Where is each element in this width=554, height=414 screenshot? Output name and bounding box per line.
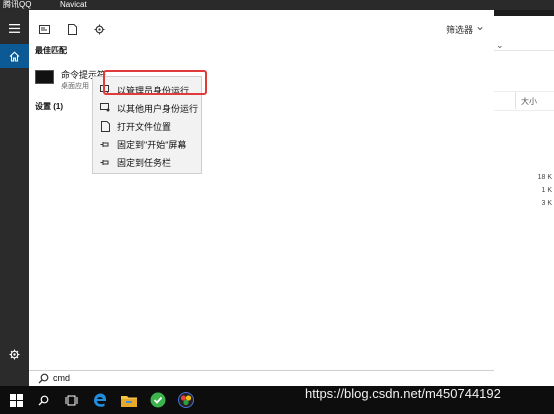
file-size-value: 3 K <box>541 200 552 207</box>
menu-item-pin-to-taskbar[interactable]: 固定到任务栏 <box>93 153 201 171</box>
browser-green-icon[interactable] <box>149 391 167 409</box>
filter-dropdown[interactable]: 筛选器 <box>446 23 473 36</box>
search-box[interactable]: cmd <box>29 370 494 386</box>
document-icon[interactable] <box>66 23 78 35</box>
settings-heading[interactable]: 设置 (1) <box>35 101 63 112</box>
other-user-run-icon <box>99 102 111 114</box>
colorful-app-icon[interactable] <box>177 391 195 409</box>
menu-item-open-file-location[interactable]: 打开文件位置 <box>93 117 201 135</box>
background-explorer-window: ⌄ 大小 18 K 1 K 3 K <box>489 16 554 386</box>
pin-icon <box>99 156 111 168</box>
task-view-icon[interactable] <box>62 391 80 409</box>
search-icon <box>38 373 49 384</box>
windows-start-icon[interactable] <box>7 391 25 409</box>
home-icon[interactable] <box>0 44 29 68</box>
file-explorer-icon[interactable] <box>120 391 138 409</box>
search-input[interactable]: cmd <box>53 373 70 383</box>
file-size-value: 1 K <box>541 187 552 194</box>
desktop-item-navicat[interactable]: Navicat <box>60 0 87 9</box>
menu-item-label: 固定到任务栏 <box>117 157 172 168</box>
pin-icon <box>99 138 111 150</box>
gear-icon[interactable] <box>93 23 105 35</box>
menu-item-label: 打开文件位置 <box>117 121 172 132</box>
file-size-value: 18 K <box>537 174 552 181</box>
column-header-size[interactable]: 大小 <box>521 96 537 107</box>
menu-item-label: 以其他用户身份运行 <box>117 103 199 114</box>
menu-item-label: 固定到"开始"屏幕 <box>117 139 187 150</box>
search-results-panel: 筛选器 ⌄ 最佳匹配 命令提示符 桌面应用 设置 (1) <box>29 10 494 370</box>
file-location-icon <box>99 120 111 132</box>
terminal-icon[interactable] <box>35 70 54 84</box>
gear-icon[interactable] <box>0 342 29 366</box>
desktop-item-qq[interactable]: 腾讯QQ <box>3 0 31 9</box>
menu-item-pin-to-start[interactable]: 固定到"开始"屏幕 <box>93 135 201 153</box>
best-match-heading: 最佳匹配 <box>35 46 67 55</box>
watermark-url: https://blog.csdn.net/m450744192 <box>305 386 501 401</box>
best-match-subtitle: 桌面应用 <box>61 83 89 90</box>
hamburger-icon[interactable] <box>0 16 29 40</box>
edge-icon[interactable] <box>91 391 109 409</box>
start-menu-rail <box>0 10 29 386</box>
highlight-annotation <box>103 70 207 95</box>
column-separator <box>515 92 516 109</box>
document-list-icon[interactable] <box>38 23 50 35</box>
chevron-down-icon: ⌄ <box>496 40 504 50</box>
search-icon[interactable] <box>34 391 52 409</box>
chevron-down-icon[interactable]: ⌄ <box>475 19 485 33</box>
menu-item-run-as-other-user[interactable]: 以其他用户身份运行 <box>93 99 201 117</box>
